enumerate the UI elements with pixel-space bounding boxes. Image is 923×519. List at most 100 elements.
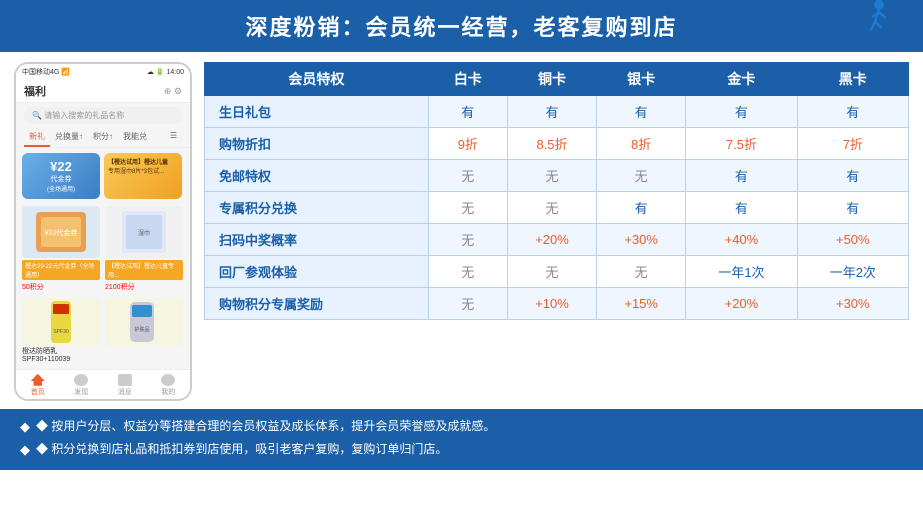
cell-privilege: 专属积分兑换 — [205, 192, 429, 224]
phone-tabs: 新礼 兑换量↑ 积分↑ 我能兑 ☰ — [16, 128, 190, 148]
cell-value: 一年2次 — [797, 256, 908, 288]
cell-value: 无 — [428, 224, 507, 256]
cell-value: 无 — [428, 160, 507, 192]
cell-privilege: 扫码中奖概率 — [205, 224, 429, 256]
product-item-1: ¥22代金券 橙达39-22元代金券（全场通用） 50积分 — [22, 206, 100, 292]
message-icon — [118, 374, 132, 386]
phone-tab-points[interactable]: 积分↑ — [88, 128, 118, 147]
phone-mockup: 中国移动4G 📶 ☁ 🔋 14:00 福利 ⊕ ⚙ 🔍 请输入搜索的礼品名称 新… — [14, 62, 192, 401]
phone-tab-filter[interactable]: ☰ — [165, 128, 182, 147]
cell-value: 有 — [428, 96, 507, 128]
product2-badge: 【橙达试用】橙达儿童专用... — [105, 260, 183, 280]
nav-label-home: 首页 — [31, 387, 45, 397]
phone-card-coupon[interactable]: ¥22 代金券 (全场通用) — [22, 153, 100, 199]
product-item-3: SPF30 橙达防晒乳 SPF30+110039 — [22, 298, 100, 365]
phone-product-row2: SPF30 橙达防晒乳 SPF30+110039 护肤品 — [16, 296, 190, 369]
cell-value: 有 — [597, 192, 686, 224]
nav-item-mine[interactable]: 我的 — [147, 374, 191, 397]
cell-privilege: 回厂参观体验 — [205, 256, 429, 288]
nav-item-home[interactable]: 首页 — [16, 374, 60, 397]
phone-bottom-nav: 首页 发现 消息 我的 — [16, 369, 190, 399]
mine-icon — [161, 374, 175, 386]
cell-value: +30% — [797, 288, 908, 320]
footer-item-2: ◆ ◆ 积分兑换到店礼品和抵扣券到店使用，吸引老客户复购，复购订单归门店。 — [20, 440, 903, 461]
phone-status-bar: 中国移动4G 📶 ☁ 🔋 14:00 — [16, 64, 190, 80]
cell-value: 无 — [597, 256, 686, 288]
col-header-privilege: 会员特权 — [205, 63, 429, 96]
product3-svg: SPF30 — [31, 299, 91, 345]
cell-value: 有 — [686, 192, 797, 224]
cell-value: 无 — [597, 160, 686, 192]
phone-page-title: 福利 — [24, 83, 46, 99]
cell-value: 7.5折 — [686, 128, 797, 160]
phone-icons: ⊕ ⚙ — [164, 86, 182, 97]
nav-label-mine: 我的 — [161, 387, 175, 397]
phone-tab-new[interactable]: 新礼 — [24, 128, 50, 147]
product1-badge: 橙达39-22元代金券（全场通用） — [22, 260, 100, 280]
bullet-1: ◆ — [20, 417, 30, 438]
midoo-logo-icon — [847, 0, 891, 34]
product2-points: 2100积分 — [105, 282, 183, 292]
col-header-black: 黑卡 — [797, 63, 908, 96]
product-img-1: ¥22代金券 — [22, 206, 100, 258]
nav-item-message[interactable]: 消息 — [103, 374, 147, 397]
cell-value: 无 — [507, 192, 596, 224]
cell-privilege: 生日礼包 — [205, 96, 429, 128]
cell-value: +40% — [686, 224, 797, 256]
nav-label-discover: 发现 — [74, 387, 88, 397]
product3-desc: 橙达防晒乳 SPF30+110039 — [22, 348, 100, 365]
phone-search-bar[interactable]: 🔍 请输入搜索的礼品名称 — [24, 107, 182, 124]
product-img-2: 湿巾 — [105, 206, 183, 258]
col-header-white: 白卡 — [428, 63, 507, 96]
cell-privilege: 购物折扣 — [205, 128, 429, 160]
cell-privilege: 免邮特权 — [205, 160, 429, 192]
phone-cards-area: ¥22 代金券 (全场通用) 【橙达试用】橙达儿童 专用湿巾8片*3包试... — [16, 148, 190, 204]
nav-item-discover[interactable]: 发现 — [60, 374, 104, 397]
product-img-3: SPF30 — [22, 298, 100, 346]
card-amount: ¥22 — [50, 159, 72, 174]
phone-carrier: 中国移动4G 📶 — [22, 67, 70, 77]
cell-value: 9折 — [428, 128, 507, 160]
membership-table-area: 会员特权 白卡 铜卡 银卡 金卡 黑卡 生日礼包有有有有有购物折扣9折8.5折8… — [204, 62, 909, 401]
table-row: 扫码中奖概率无+20%+30%+40%+50% — [205, 224, 909, 256]
logo-area: midoo米多 — [833, 0, 905, 55]
table-header-row: 会员特权 白卡 铜卡 银卡 金卡 黑卡 — [205, 63, 909, 96]
footer-text-1: ◆ 按用户分层、权益分等搭建合理的会员权益及成长体系，提升会员荣誉感及成就感。 — [36, 417, 495, 436]
card2-content: 【橙达试用】橙达儿童 专用湿巾8片*3包试... — [108, 157, 168, 175]
col-header-silver: 银卡 — [597, 63, 686, 96]
cell-value: 有 — [797, 192, 908, 224]
search-icon: 🔍 — [32, 111, 42, 120]
page-title: 深度粉销：会员统一经营，老客复购到店 — [245, 15, 677, 40]
cell-value: +10% — [507, 288, 596, 320]
footer-item-1: ◆ ◆ 按用户分层、权益分等搭建合理的会员权益及成长体系，提升会员荣誉感及成就感… — [20, 417, 903, 438]
cell-value: +20% — [507, 224, 596, 256]
cell-value: +15% — [597, 288, 686, 320]
product-item-4: 护肤品 — [105, 298, 183, 365]
table-row: 购物折扣9折8.5折8折7.5折7折 — [205, 128, 909, 160]
cell-value: 有 — [686, 96, 797, 128]
cell-value: +50% — [797, 224, 908, 256]
product-item-2: 湿巾 【橙达试用】橙达儿童专用... 2100积分 — [105, 206, 183, 292]
cell-value: 无 — [507, 160, 596, 192]
phone-card-product[interactable]: 【橙达试用】橙达儿童 专用湿巾8片*3包试... — [104, 153, 182, 199]
svg-text:¥22代金券: ¥22代金券 — [45, 228, 78, 237]
cell-value: 8折 — [597, 128, 686, 160]
phone-time: ☁ 🔋 14:00 — [147, 68, 184, 76]
cell-value: 无 — [428, 256, 507, 288]
product4-svg: 护肤品 — [114, 299, 174, 345]
membership-table: 会员特权 白卡 铜卡 银卡 金卡 黑卡 生日礼包有有有有有购物折扣9折8.5折8… — [204, 62, 909, 320]
card-sublabel: (全场通用) — [47, 184, 75, 193]
cell-value: 无 — [507, 256, 596, 288]
bullet-2: ◆ — [20, 440, 30, 461]
phone-search-placeholder: 请输入搜索的礼品名称 — [44, 111, 124, 120]
cell-value: 有 — [597, 96, 686, 128]
phone-tab-mine[interactable]: 我能兑 — [118, 128, 152, 147]
table-row: 免邮特权无无无有有 — [205, 160, 909, 192]
cell-value: 有 — [797, 160, 908, 192]
cell-value: +30% — [597, 224, 686, 256]
phone-tab-exchange[interactable]: 兑换量↑ — [50, 128, 88, 147]
cell-value: +20% — [686, 288, 797, 320]
cell-value: 有 — [797, 96, 908, 128]
table-row: 生日礼包有有有有有 — [205, 96, 909, 128]
footer-text-2: ◆ 积分兑换到店礼品和抵扣券到店使用，吸引老客户复购，复购订单归门店。 — [36, 440, 447, 459]
